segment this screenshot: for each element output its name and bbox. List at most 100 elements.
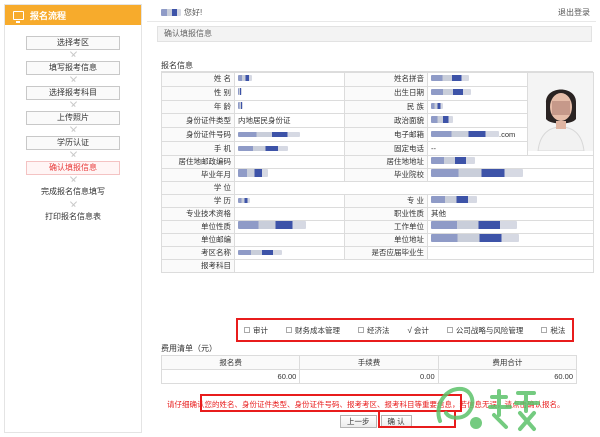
- redacted-value: [238, 221, 306, 229]
- subject-economic-law[interactable]: 经济法: [358, 325, 390, 336]
- cell-value: [234, 99, 345, 115]
- redacted-value: [431, 115, 453, 123]
- table-row: 单位邮编 单位地址: [161, 233, 594, 247]
- photo-cell: [527, 72, 594, 156]
- subject-tax-law[interactable]: 税法: [541, 325, 565, 336]
- chevron-down-icon: [69, 50, 78, 61]
- step-label[interactable]: 选择报考科目: [26, 86, 120, 100]
- checkbox[interactable]: [358, 327, 364, 333]
- checkbox[interactable]: [446, 327, 453, 333]
- step-label-active[interactable]: 确认填报信息: [26, 161, 120, 175]
- fee-value: 0.00: [299, 369, 439, 384]
- cell-value: [427, 246, 594, 260]
- step-print[interactable]: 打印报名信息表: [26, 211, 120, 225]
- redacted-value: [238, 198, 250, 203]
- cell-label: 学 位: [161, 181, 235, 195]
- checkbox[interactable]: [244, 327, 250, 333]
- cell-label: 政治面貌: [344, 113, 428, 129]
- chevron-down-icon: [69, 175, 78, 186]
- cell-label: 居住地地址: [344, 155, 428, 169]
- cell-value: [234, 259, 594, 273]
- step-select-subjects[interactable]: 选择报考科目: [26, 86, 120, 111]
- cell-value: .com: [427, 127, 528, 143]
- cell-value: [427, 233, 594, 247]
- cell-value: [427, 220, 594, 234]
- fee-table: 报名费 手续费 费用合计 60.00 0.00 60.00: [160, 355, 578, 384]
- table-row: 毕业年月 毕业院校: [161, 168, 594, 182]
- cell-value: [427, 155, 594, 169]
- cell-value: 其他: [427, 207, 594, 221]
- subject-label: 会计: [413, 325, 429, 335]
- subject-audit[interactable]: 审计: [244, 325, 268, 336]
- checkmark-icon[interactable]: √: [408, 326, 412, 335]
- step-complete[interactable]: 完成报名信息填写: [26, 186, 120, 211]
- cell-label: 专 业: [344, 194, 428, 208]
- cell-label: 身份证件类型: [161, 113, 235, 129]
- redacted-value: [431, 75, 469, 82]
- redacted-name: [161, 9, 181, 16]
- redacted-value: [238, 169, 268, 177]
- cell-label: 年 龄: [161, 99, 235, 115]
- subject-strategy-risk[interactable]: 公司战略与风险管理: [446, 325, 524, 336]
- cell-value: [234, 194, 345, 208]
- cell-value: [427, 194, 594, 208]
- checkbox[interactable]: [286, 327, 292, 333]
- step-label[interactable]: 打印报名信息表: [26, 211, 120, 225]
- step-confirm-info[interactable]: 确认填报信息: [26, 161, 120, 186]
- table-row: 单位性质 工作单位: [161, 220, 594, 234]
- chevron-down-icon: [69, 100, 78, 111]
- cell-value: [234, 168, 345, 182]
- section-title: 确认填报信息: [157, 26, 592, 42]
- redacted-value: [238, 131, 300, 137]
- step-label[interactable]: 填写报考信息: [26, 61, 120, 75]
- cell-label: 民 族: [344, 99, 428, 115]
- cell-label: 考区名称: [161, 246, 235, 260]
- logout-link[interactable]: 退出登录: [558, 7, 590, 18]
- step-upload-photo[interactable]: 上传照片: [26, 111, 120, 136]
- cell-value: [427, 99, 528, 115]
- cell-label: 报考科目: [161, 259, 235, 273]
- step-label[interactable]: 上传照片: [26, 111, 120, 125]
- cell-value: [234, 233, 345, 247]
- cell-label: 职业性质: [344, 207, 428, 221]
- subject-accounting[interactable]: √ 会计: [408, 325, 429, 336]
- step-education-verify[interactable]: 学历认证: [26, 136, 120, 161]
- cell-value: [234, 127, 345, 143]
- prev-button[interactable]: 上一步: [340, 415, 377, 428]
- cell-label: 身份证件号码: [161, 127, 235, 143]
- cell-label: 电子邮箱: [344, 127, 428, 143]
- table-row: 姓 名 姓名拼音: [161, 72, 594, 156]
- cell-value: [234, 155, 345, 169]
- cell-label: 单位性质: [161, 220, 235, 234]
- cell-value: [234, 141, 345, 156]
- table-row: 报考科目: [161, 259, 594, 273]
- subject-label: 审计: [253, 325, 268, 335]
- cell-label: 姓 名: [161, 72, 235, 87]
- subject-label: 公司战略与风险管理: [455, 325, 524, 335]
- step-label[interactable]: 学历认证: [26, 136, 120, 150]
- step-label[interactable]: 选择考区: [26, 36, 120, 50]
- subject-label: 税法: [550, 325, 566, 335]
- redacted-value: [238, 75, 252, 82]
- subject-label: 财务成本管理: [295, 325, 340, 335]
- cell-label: 姓名拼音: [344, 72, 428, 87]
- cell-value: [427, 85, 528, 101]
- subjects-highlight: 审计 财务成本管理 经济法 √ 会计 公司战略与风险管理 税法: [236, 318, 574, 342]
- redacted-value: [431, 196, 477, 203]
- cell-label: 出生日期: [344, 85, 428, 101]
- subject-cost-management[interactable]: 财务成本管理: [286, 325, 340, 336]
- greeting: 您好!: [161, 7, 202, 18]
- email-suffix: .com: [499, 129, 516, 139]
- redacted-value: [238, 250, 282, 255]
- redacted-value: [431, 157, 475, 164]
- fee-header: 费用合计: [437, 355, 578, 370]
- step-label[interactable]: 完成报名信息填写: [26, 186, 120, 200]
- fee-section: 费用清单（元） 报名费 手续费 费用合计 60.00 0.00 60.00: [160, 343, 578, 384]
- step-select-area[interactable]: 选择考区: [26, 36, 120, 61]
- redacted-value: [238, 102, 243, 110]
- step-fill-info[interactable]: 填写报考信息: [26, 61, 120, 86]
- watermark-logo: [436, 386, 540, 431]
- checkbox[interactable]: [541, 327, 548, 333]
- redacted-value: [431, 221, 517, 229]
- subject-label: 经济法: [367, 325, 390, 335]
